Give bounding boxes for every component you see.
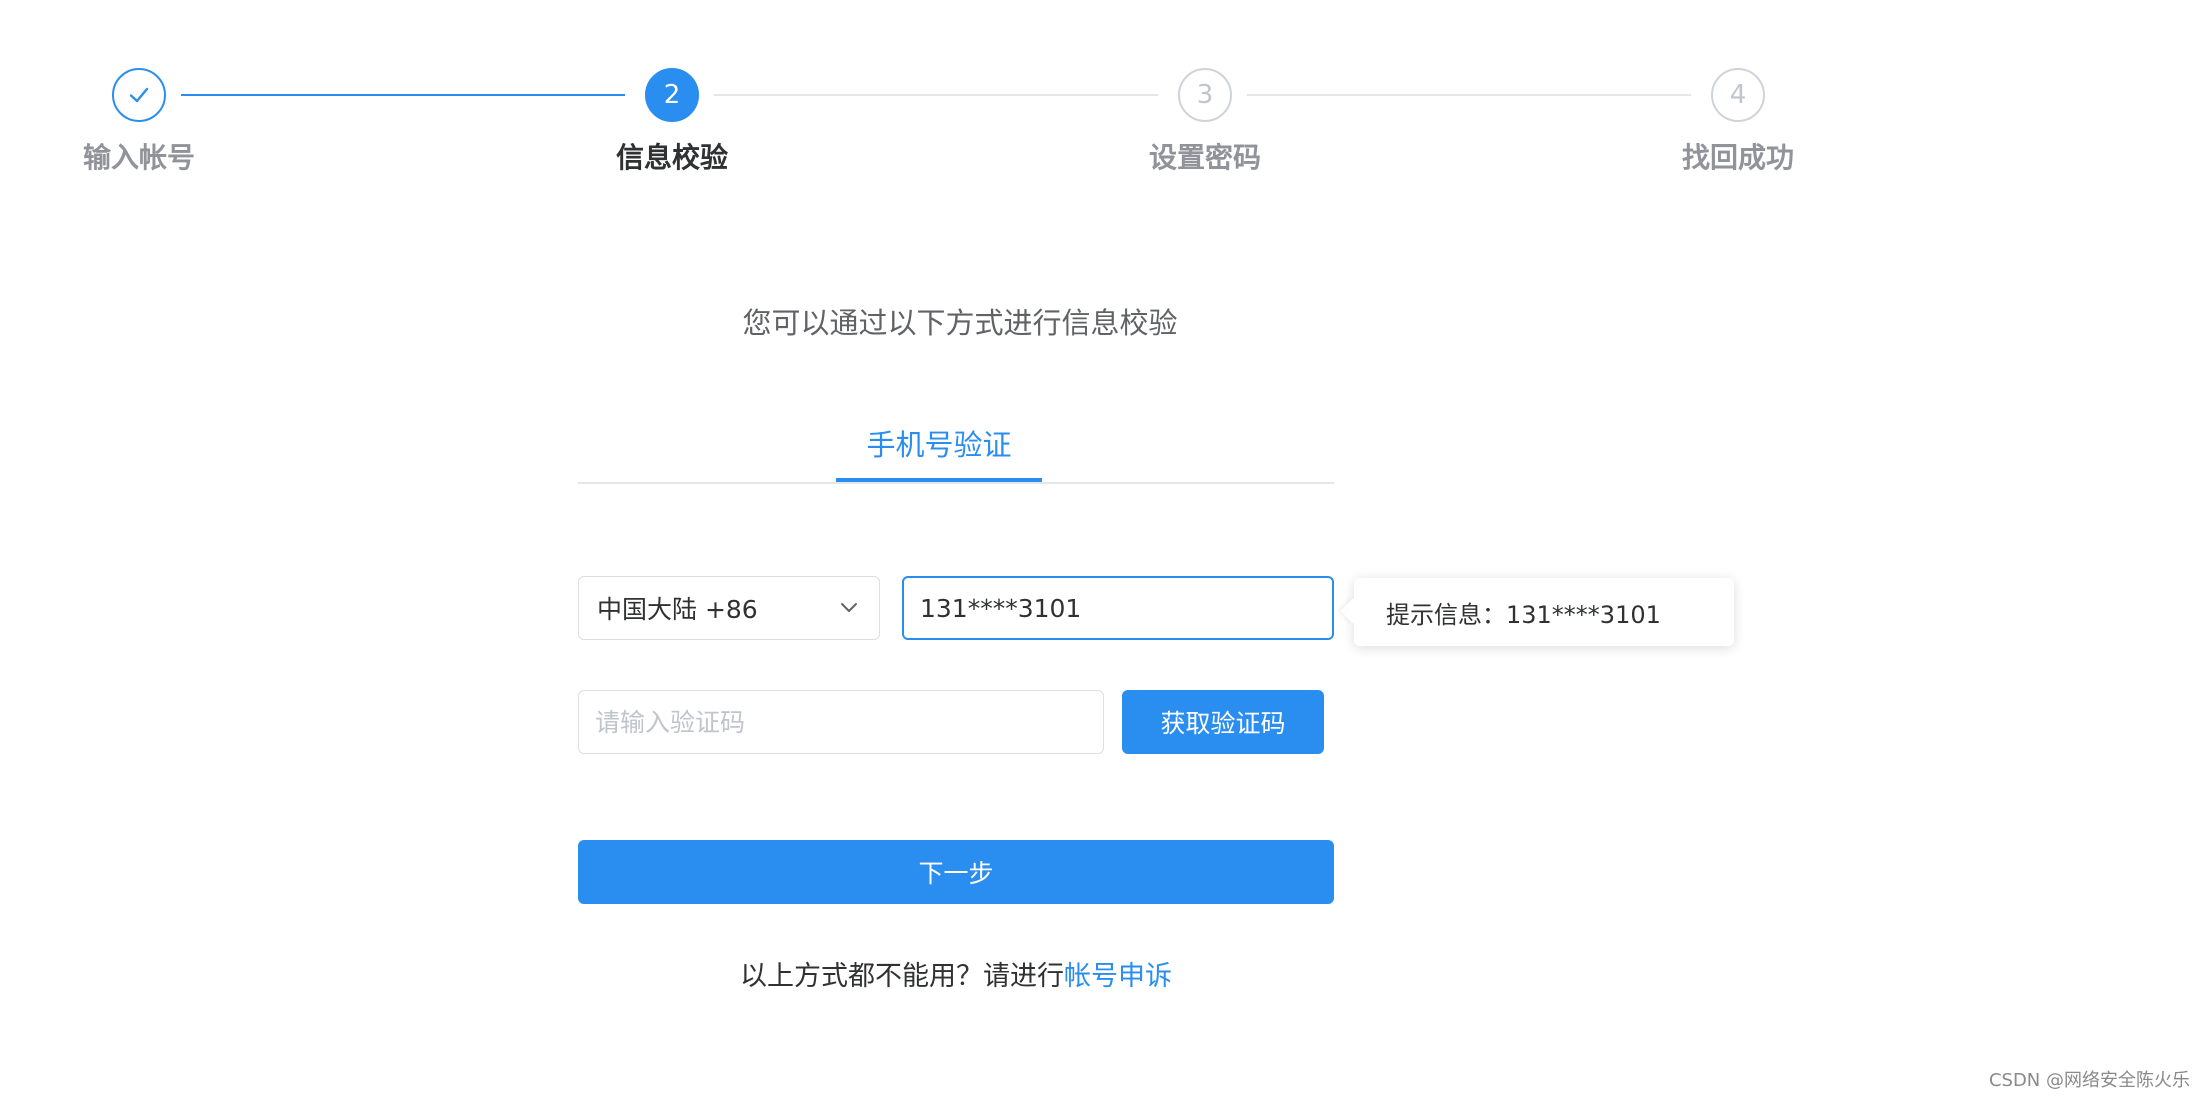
step-3-label: 设置密码 [1148, 141, 1261, 174]
step-4-circle: 4 [1711, 68, 1765, 122]
region-select[interactable]: 中国大陆 +86 [578, 576, 880, 640]
region-select-value: 中国大陆 +86 [597, 595, 758, 624]
watermark: CSDN @网络安全陈火乐 [1988, 1070, 2190, 1091]
step-connector [181, 94, 625, 96]
account-appeal-link[interactable]: 帐号申诉 [1064, 961, 1172, 992]
get-code-button[interactable]: 获取验证码 [1122, 690, 1324, 754]
footer-prefix: 以上方式都不能用？请进行 [740, 961, 1064, 992]
verification-tabs: 手机号验证 [578, 420, 1334, 484]
check-icon [129, 87, 149, 103]
verification-subtitle: 您可以通过以下方式进行信息校验 [742, 306, 1178, 340]
step-2-label: 信息校验 [615, 141, 728, 174]
verification-code-input[interactable] [578, 690, 1104, 754]
step-3-circle: 3 [1178, 68, 1232, 122]
step-4-label: 找回成功 [1681, 141, 1794, 174]
tab-phone-verification[interactable]: 手机号验证 [836, 420, 1042, 482]
step-1-label: 输入帐号 [82, 141, 195, 174]
step-number: 3 [1196, 80, 1214, 110]
footer-help: 以上方式都不能用？请进行帐号申诉 [578, 954, 1334, 993]
phone-input[interactable] [902, 576, 1334, 640]
next-button[interactable]: 下一步 [578, 840, 1334, 904]
tooltip-text: 提示信息：131****3101 [1386, 600, 1661, 629]
step-number: 4 [1729, 80, 1747, 110]
chevron-down-icon [841, 603, 857, 612]
hint-tooltip: 提示信息：131****3101 [1340, 578, 1734, 646]
step-2-circle: 2 [645, 68, 699, 122]
step-connector [1247, 94, 1691, 96]
step-number: 2 [663, 80, 681, 110]
stepper: 2 3 4 输入帐号 信息校验 设置密码 找回成功 [0, 0, 2200, 200]
step-connector [714, 94, 1158, 96]
step-1-circle [112, 68, 166, 122]
tooltip-arrow [1340, 598, 1366, 624]
